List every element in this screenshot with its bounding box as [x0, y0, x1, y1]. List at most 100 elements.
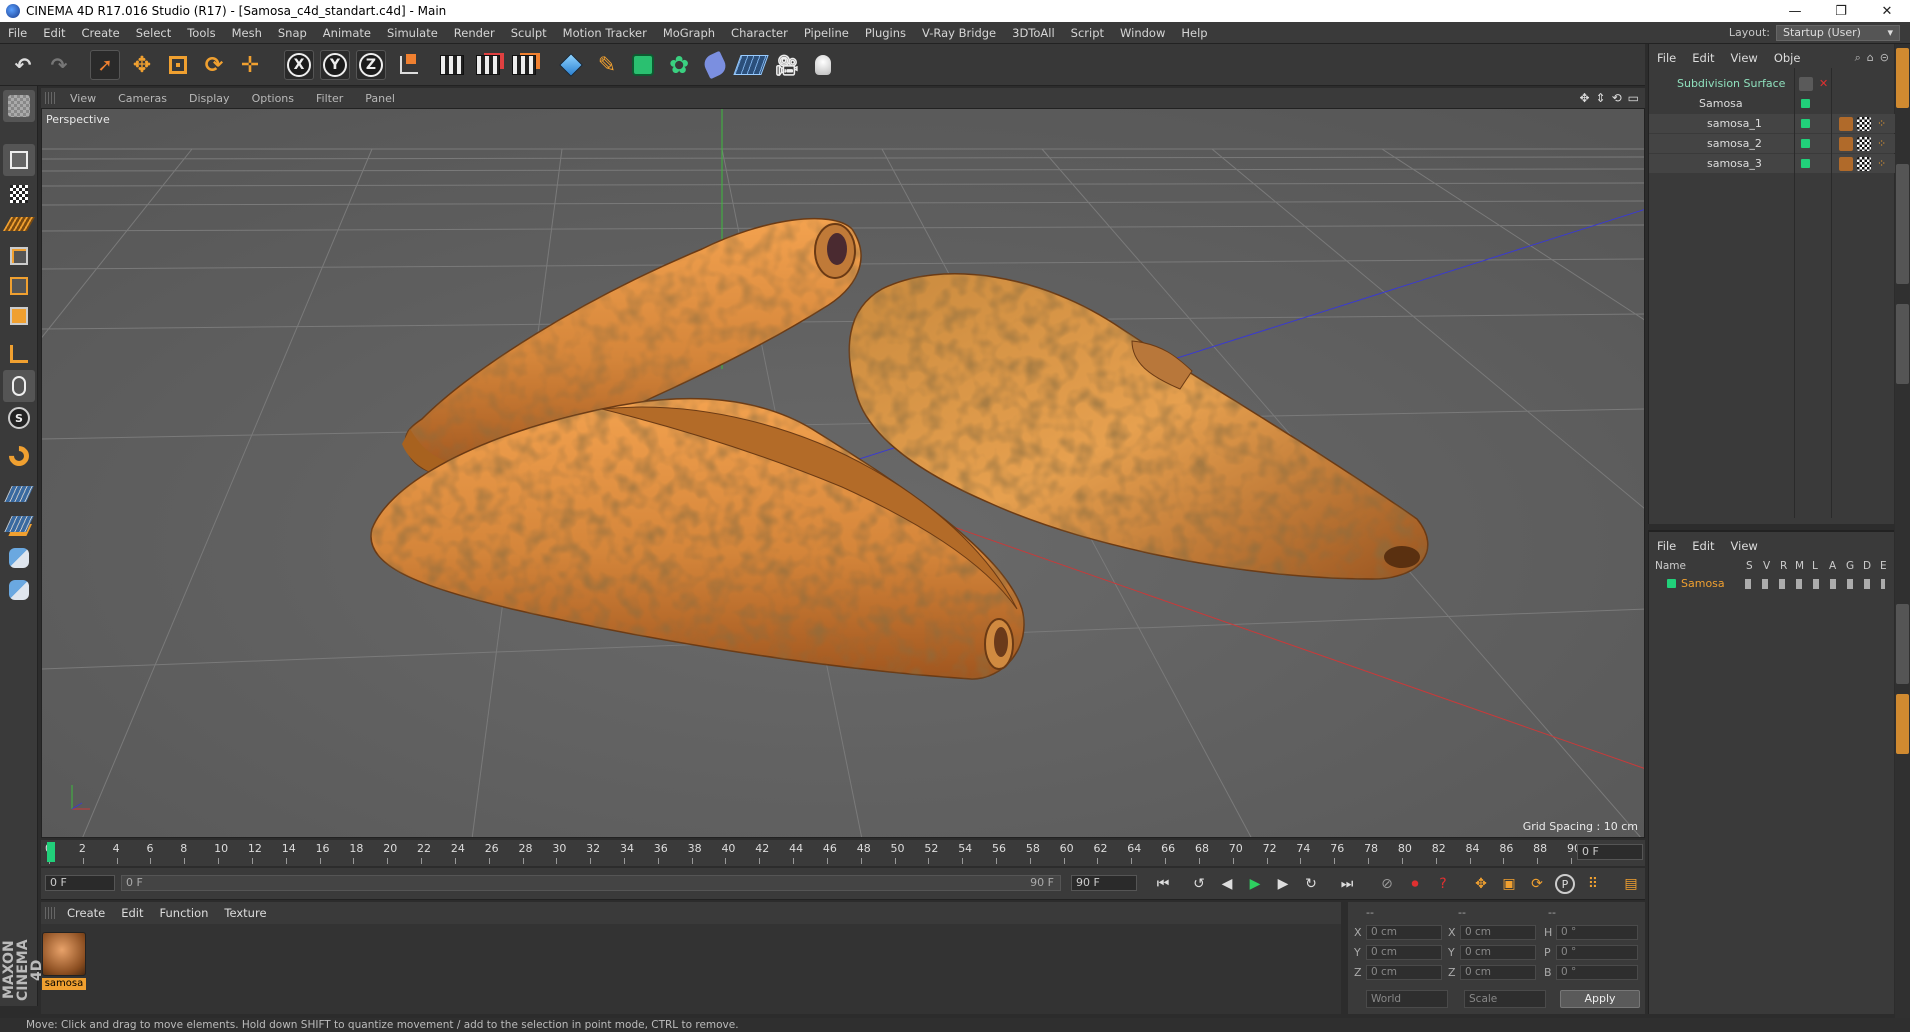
preview-range-slider[interactable]: 0 F 90 F [121, 875, 1061, 891]
tweak-mode-button[interactable] [3, 370, 35, 402]
autokeying-button[interactable]: ⏺ [1403, 873, 1427, 895]
object-menu-view[interactable]: View [1723, 51, 1766, 65]
layer-row[interactable]: Samosa [1649, 574, 1895, 593]
menu-sculpt[interactable]: Sculpt [503, 26, 555, 40]
menu-help[interactable]: Help [1173, 26, 1215, 40]
object-row[interactable]: Samosa [1649, 94, 1895, 113]
lock-workplane-button[interactable] [3, 478, 35, 510]
render-view-button[interactable] [437, 50, 467, 80]
size-x-field[interactable]: 0 cm [1460, 925, 1536, 940]
z-axis-lock-button[interactable]: Z [356, 50, 386, 80]
viewport-menu-options[interactable]: Options [241, 92, 305, 105]
points-mode-button[interactable] [3, 240, 35, 272]
next-keyframe-button[interactable]: ↻ [1299, 873, 1323, 895]
y-axis-lock-button[interactable]: Y [320, 50, 350, 80]
python-script-button[interactable] [3, 542, 35, 574]
edges-mode-button[interactable] [3, 270, 35, 302]
layout-dropdown[interactable]: Startup (User) ▾ [1776, 24, 1900, 41]
material-menu-texture[interactable]: Texture [216, 906, 274, 920]
go-to-end-button[interactable]: ⏭ [1335, 873, 1359, 895]
go-to-start-button[interactable]: ⏮ [1151, 873, 1175, 895]
material-menu-function[interactable]: Function [152, 906, 217, 920]
move-tool-button[interactable]: ✥ [127, 50, 157, 80]
home-icon[interactable]: ⌂ [1867, 51, 1874, 65]
previous-frame-button[interactable]: ◀ [1215, 873, 1239, 895]
rot-h-field[interactable]: 0 ° [1556, 925, 1638, 940]
pos-y-field[interactable]: 0 cm [1366, 945, 1442, 960]
phong-tag-icon[interactable]: ⁘ [1877, 137, 1886, 150]
layer-toggles[interactable] [1745, 578, 1885, 589]
camera-button[interactable]: 🎥︎ [772, 50, 802, 80]
record-pla-button[interactable]: ⠿ [1581, 873, 1605, 895]
rot-p-field[interactable]: 0 ° [1556, 945, 1638, 960]
axis-mode-button[interactable] [3, 338, 35, 370]
menu-3dtoall[interactable]: 3DToAll [1004, 26, 1063, 40]
pos-z-field[interactable]: 0 cm [1366, 965, 1442, 980]
undo-button[interactable]: ↶ [8, 50, 38, 80]
pos-x-field[interactable]: 0 cm [1366, 925, 1442, 940]
viewport-menu-panel[interactable]: Panel [354, 92, 406, 105]
texture-tag-icon[interactable] [1839, 136, 1853, 151]
material-menu-edit[interactable]: Edit [113, 906, 151, 920]
object-row[interactable]: samosa_2 ⁘ [1649, 134, 1895, 153]
viewport-menu-view[interactable]: View [59, 92, 107, 105]
floor-button[interactable] [733, 50, 769, 80]
subdivision-surface-button[interactable] [628, 50, 658, 80]
texture-mode-button[interactable] [3, 178, 35, 210]
menu-mograph[interactable]: MoGraph [655, 26, 723, 40]
menu-window[interactable]: Window [1112, 26, 1173, 40]
objects-tab[interactable] [1896, 48, 1909, 108]
rotate-tool-button[interactable]: ⟳ [199, 50, 229, 80]
select-tool-button[interactable]: ➚ [90, 50, 120, 80]
planar-workplane-button[interactable] [3, 508, 35, 540]
menu-character[interactable]: Character [723, 26, 796, 40]
scale-tool-button[interactable] [163, 50, 193, 80]
viewport-menu-cameras[interactable]: Cameras [107, 92, 178, 105]
structure-tab[interactable] [1896, 304, 1909, 384]
menu-tools[interactable]: Tools [179, 26, 223, 40]
pen-spline-button[interactable]: ✎ [592, 50, 622, 80]
search-icon[interactable]: ⌕ [1855, 51, 1861, 65]
texture-tag-icon[interactable] [1839, 156, 1853, 171]
menu-script[interactable]: Script [1063, 26, 1112, 40]
minimize-button[interactable]: — [1772, 0, 1818, 22]
playhead[interactable] [47, 842, 55, 862]
disable-x-icon[interactable]: ✕ [1819, 77, 1828, 90]
menu-edit[interactable]: Edit [35, 26, 73, 40]
menu-create[interactable]: Create [74, 26, 128, 40]
play-button[interactable]: ▶ [1243, 873, 1267, 895]
mograph-cloner-button[interactable]: ✿ [664, 50, 694, 80]
previous-keyframe-button[interactable]: ↺ [1187, 873, 1211, 895]
phong-tag-icon[interactable]: ⁘ [1877, 117, 1886, 130]
content-browser-tab[interactable] [1896, 164, 1909, 284]
object-row[interactable]: samosa_1 ⁘ [1649, 114, 1895, 133]
menu-pipeline[interactable]: Pipeline [796, 26, 857, 40]
deformer-button[interactable] [700, 50, 730, 80]
keyframe-selection-button[interactable]: ? [1431, 873, 1455, 895]
edit-check-icon[interactable] [1799, 76, 1813, 91]
maximize-view-icon[interactable]: ▭ [1628, 91, 1639, 105]
pan-view-icon[interactable]: ✥ [1579, 91, 1589, 105]
menu-select[interactable]: Select [128, 26, 179, 40]
timeline-end-field[interactable]: 0 F [1577, 844, 1643, 860]
redo-button[interactable]: ↷ [44, 50, 74, 80]
record-position-button[interactable]: ✥ [1469, 873, 1493, 895]
checker-tag-icon[interactable] [1857, 156, 1871, 171]
transform-tool-button[interactable]: ✛ [235, 50, 265, 80]
checker-tag-icon[interactable] [1857, 116, 1871, 131]
python-script-2-button[interactable] [3, 574, 35, 606]
record-parameter-button[interactable]: P [1553, 873, 1577, 895]
coordinate-system-button[interactable] [394, 50, 424, 80]
snap-button[interactable]: S [3, 402, 35, 434]
menu-vray-bridge[interactable]: V-Ray Bridge [914, 26, 1004, 40]
bookmark-icon[interactable]: ⊝ [1880, 51, 1889, 65]
layer-menu-edit[interactable]: Edit [1684, 539, 1722, 553]
menu-mesh[interactable]: Mesh [224, 26, 270, 40]
dolly-view-icon[interactable]: ⇕ [1596, 91, 1606, 105]
layers-tab[interactable] [1896, 694, 1909, 754]
workplane-mode-button[interactable] [2, 208, 36, 240]
timeline-ruler[interactable]: 0246810121416182022242628303234363840424… [41, 840, 1645, 866]
cube-primitive-button[interactable] [556, 50, 586, 80]
close-button[interactable]: ✕ [1864, 0, 1910, 22]
size-z-field[interactable]: 0 cm [1460, 965, 1536, 980]
